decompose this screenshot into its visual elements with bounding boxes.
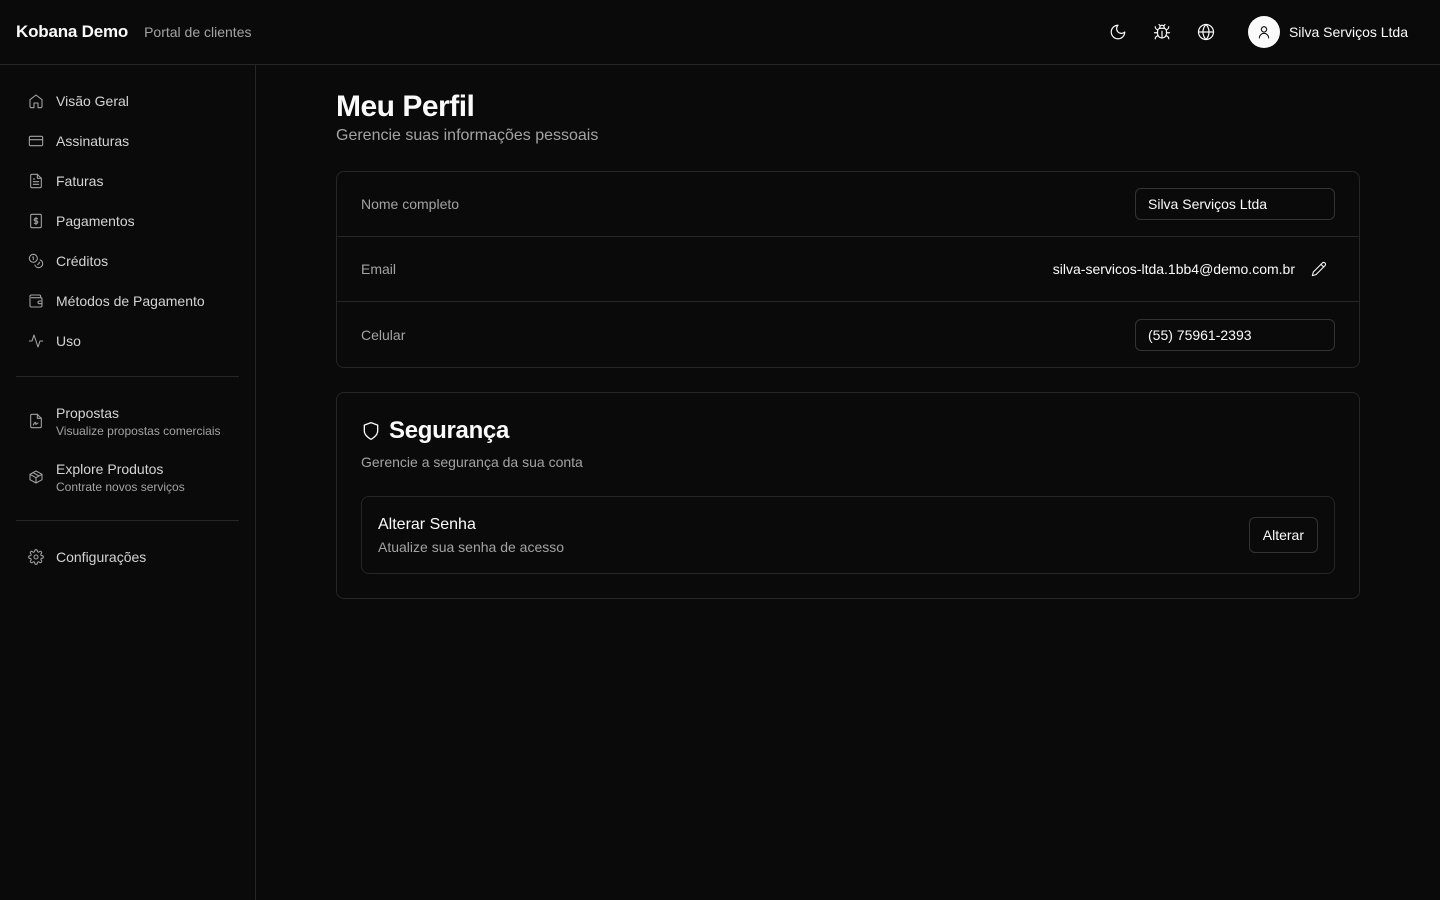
moon-icon[interactable] bbox=[1102, 16, 1134, 48]
wallet-icon bbox=[28, 293, 44, 309]
user-name: Silva Serviços Ltda bbox=[1288, 24, 1408, 40]
header-actions: Silva Serviços Ltda bbox=[1090, 16, 1424, 48]
sidebar-item-pagamentos[interactable]: Pagamentos bbox=[16, 201, 239, 241]
sidebar-item-explore-produtos[interactable]: Explore Produtos Contrate novos serviços bbox=[16, 449, 239, 505]
file-text-icon bbox=[28, 173, 44, 189]
email-label: Email bbox=[361, 261, 397, 277]
sidebar-item-description: Contrate novos serviços bbox=[56, 479, 185, 494]
sidebar-item-description: Visualize propostas comerciais bbox=[56, 423, 221, 438]
shield-icon bbox=[361, 421, 381, 441]
name-label: Nome completo bbox=[361, 196, 460, 212]
security-description: Gerencie a segurança da sua conta bbox=[361, 454, 583, 470]
change-password-description: Atualize sua senha de acesso bbox=[378, 538, 565, 555]
file-signature-icon bbox=[28, 413, 44, 429]
receipt-dollar-icon bbox=[28, 213, 44, 229]
full-name-field[interactable] bbox=[1135, 188, 1335, 220]
profile-row-email: Email silva-servicos-ltda.1bb4@demo.com.… bbox=[337, 237, 1359, 302]
sidebar-item-metodos-de-pagamento[interactable]: Métodos de Pagamento bbox=[16, 281, 239, 321]
home-icon bbox=[28, 93, 44, 109]
sidebar-item-label: Uso bbox=[56, 333, 81, 349]
package-icon bbox=[28, 469, 44, 485]
sidebar-item-propostas[interactable]: Propostas Visualize propostas comerciais bbox=[16, 393, 239, 449]
page-description: Gerencie suas informações pessoais bbox=[336, 127, 599, 144]
settings-icon bbox=[28, 549, 44, 565]
change-password-title: Alterar Senha bbox=[378, 515, 476, 533]
credit-card-icon bbox=[28, 133, 44, 149]
user-menu[interactable]: Silva Serviços Ltda bbox=[1247, 16, 1408, 48]
page-title: Meu Perfil bbox=[336, 90, 475, 123]
sidebar-item-label: Créditos bbox=[56, 253, 109, 269]
sidebar-item-label: Pagamentos bbox=[56, 213, 135, 229]
security-card: Segurança Gerencie a segurança da sua co… bbox=[336, 392, 1360, 599]
sidebar-item-label: Métodos de Pagamento bbox=[56, 293, 205, 309]
portal-subtitle: Portal de clientes bbox=[144, 24, 252, 40]
change-password-button[interactable]: Alterar bbox=[1248, 517, 1318, 553]
change-password-panel: Alterar Senha Atualize sua senha de aces… bbox=[361, 496, 1335, 574]
sidebar-item-visao-geral[interactable]: Visão Geral bbox=[16, 81, 239, 121]
sidebar-item-creditos[interactable]: Créditos bbox=[16, 241, 239, 281]
sidebar: Visão Geral Assinaturas Faturas Pagament… bbox=[0, 65, 256, 900]
brand-name[interactable]: Kobana Demo bbox=[16, 22, 128, 42]
phone-field[interactable] bbox=[1135, 318, 1335, 351]
security-title: Segurança bbox=[389, 417, 510, 444]
sidebar-item-label: Explore Produtos bbox=[56, 460, 164, 477]
sidebar-item-label: Faturas bbox=[56, 173, 104, 189]
bug-icon[interactable] bbox=[1146, 16, 1178, 48]
sidebar-item-label: Propostas bbox=[56, 404, 120, 421]
sidebar-item-texts: Explore Produtos Contrate novos serviços bbox=[56, 461, 185, 494]
profile-card: Nome completo Email silva-servicos-ltda.… bbox=[336, 171, 1360, 368]
sidebar-item-configuracoes[interactable]: Configurações bbox=[16, 537, 239, 577]
sidebar-item-label: Assinaturas bbox=[56, 133, 130, 149]
security-header: Segurança bbox=[361, 417, 1335, 445]
globe-icon[interactable] bbox=[1190, 16, 1222, 48]
sidebar-item-uso[interactable]: Uso bbox=[16, 321, 239, 361]
sidebar-divider bbox=[16, 520, 239, 521]
user-icon bbox=[1247, 16, 1280, 48]
activity-icon bbox=[28, 333, 44, 349]
main-content: Meu Perfil Gerencie suas informações pes… bbox=[336, 65, 1360, 599]
sidebar-item-texts: Propostas Visualize propostas comerciais bbox=[56, 405, 221, 438]
sidebar-item-label: Configurações bbox=[56, 549, 147, 565]
phone-label: Celular bbox=[361, 326, 406, 343]
email-value: silva-servicos-ltda.1bb4@demo.com.br bbox=[1052, 261, 1295, 277]
email-wrap: silva-servicos-ltda.1bb4@demo.com.br bbox=[1053, 253, 1335, 285]
pencil-icon[interactable] bbox=[1303, 253, 1335, 285]
sidebar-item-label: Visão Geral bbox=[56, 93, 129, 109]
profile-row-name: Nome completo bbox=[337, 172, 1359, 237]
sidebar-item-faturas[interactable]: Faturas bbox=[16, 161, 239, 201]
sidebar-divider bbox=[16, 376, 239, 377]
sidebar-item-assinaturas[interactable]: Assinaturas bbox=[16, 121, 239, 161]
top-bar: Kobana Demo Portal de clientes Silva Ser… bbox=[0, 0, 1440, 65]
coins-icon bbox=[28, 253, 44, 269]
profile-row-phone: Celular bbox=[337, 302, 1359, 367]
change-password-texts: Alterar Senha Atualize sua senha de aces… bbox=[378, 516, 564, 555]
